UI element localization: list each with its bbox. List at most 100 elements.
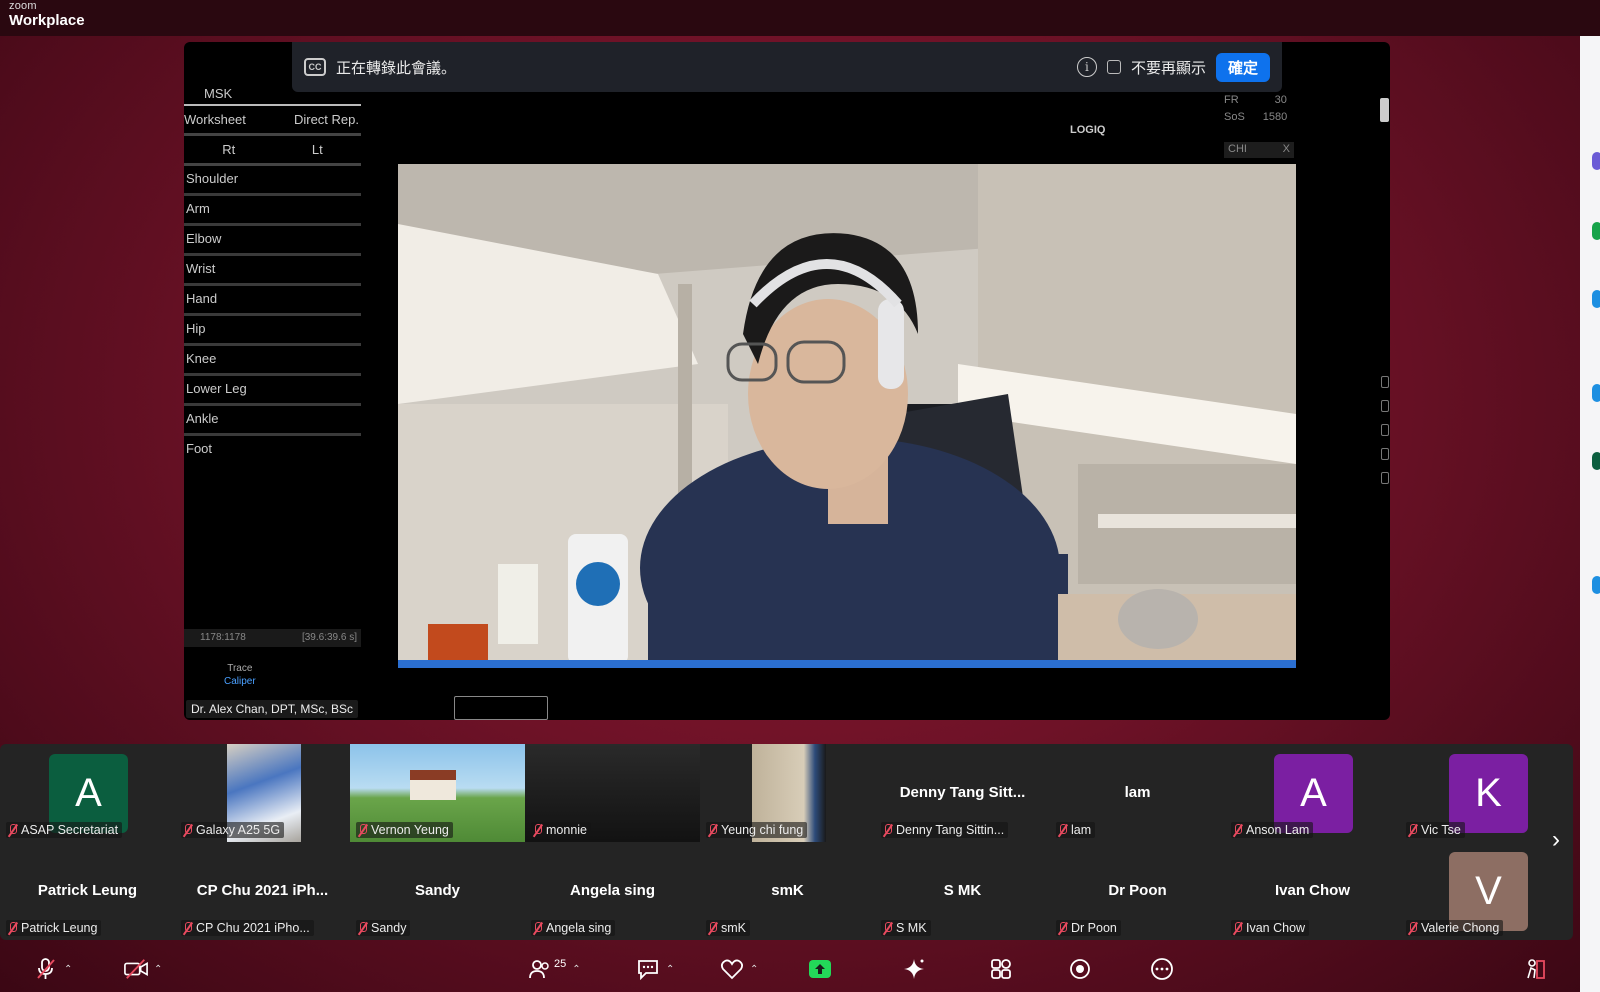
banner-actions: i 不要再顯示 確定 xyxy=(1076,52,1270,82)
scan-params: FR 30 SoS 1580 xyxy=(1224,92,1287,126)
sparkle-icon xyxy=(904,959,924,979)
share-screen-button[interactable] xyxy=(808,958,832,980)
participant-tile[interactable]: Patrick Leung Patrick Leung xyxy=(0,842,175,940)
participant-tile[interactable]: Dr Poon Dr Poon xyxy=(1050,842,1225,940)
chevron-up-icon[interactable]: ⌃ xyxy=(572,964,580,975)
chevron-up-icon[interactable]: ⌃ xyxy=(666,964,674,975)
menu-row-worksheet: Worksheet Direct Rep. xyxy=(184,106,361,136)
menu-item: Shoulder xyxy=(184,166,361,196)
participant-tile[interactable]: Yeung chi fung xyxy=(700,744,875,842)
muted-mic-icon xyxy=(37,958,55,979)
info-icon[interactable]: i xyxy=(1076,57,1097,77)
participant-name: Patrick Leung xyxy=(21,921,98,935)
heart-icon xyxy=(720,959,744,980)
muted-mic-icon xyxy=(1058,921,1067,935)
muted-mic-icon xyxy=(1233,823,1242,837)
participant-tile[interactable]: A Anson Lam xyxy=(1225,744,1400,842)
chevron-up-icon[interactable]: ⌃ xyxy=(154,964,162,975)
menu-item: Lower Leg xyxy=(184,376,361,406)
transcription-banner: CC 正在轉錄此會議。 i 不要再顯示 確定 xyxy=(292,42,1282,92)
participant-name: Denny Tang Sittin... xyxy=(896,823,1005,837)
participant-tile[interactable]: Denny Tang Sitt... Denny Tang Sittin... xyxy=(875,744,1050,842)
participant-label: ASAP Secretariat xyxy=(6,822,123,838)
participant-name: ASAP Secretariat xyxy=(21,823,119,837)
participant-tile[interactable]: smK smK xyxy=(700,842,875,940)
participant-label: Sandy xyxy=(356,920,411,936)
leave-button[interactable] xyxy=(1522,958,1546,980)
ultrasound-menu: MSK Worksheet Direct Rep. Rt Lt Shoulder… xyxy=(184,86,361,466)
trace-label: Trace xyxy=(227,663,253,674)
dont-show-label[interactable]: 不要再顯示 xyxy=(1131,57,1206,78)
tool-icon xyxy=(1381,376,1389,388)
video-button[interactable]: ⌃ xyxy=(124,958,162,980)
chevron-up-icon[interactable]: ⌃ xyxy=(64,964,72,975)
fr-label: FR xyxy=(1224,94,1239,106)
scroll-tab[interactable] xyxy=(1380,98,1389,122)
tool-icon xyxy=(1381,400,1389,412)
participant-tile[interactable]: Vernon Yeung xyxy=(350,744,525,842)
muted-mic-icon xyxy=(358,823,367,837)
speaker-video[interactable] xyxy=(398,164,1296,668)
shared-screen[interactable]: MSK Worksheet Direct Rep. Rt Lt Shoulder… xyxy=(184,42,1390,720)
participant-display-name: Patrick Leung xyxy=(37,882,138,899)
muted-mic-icon xyxy=(708,823,717,837)
participant-tile[interactable]: Sandy Sandy xyxy=(350,842,525,940)
participant-label: S MK xyxy=(881,920,931,936)
brand-small: zoom xyxy=(9,0,37,12)
participant-name: Angela sing xyxy=(546,921,612,935)
participant-display-name: lam xyxy=(1124,784,1151,801)
dont-show-checkbox[interactable] xyxy=(1106,60,1121,74)
reactions-button[interactable]: ⌃ xyxy=(720,958,758,980)
menu-item: Wrist xyxy=(184,256,361,286)
more-button[interactable] xyxy=(1150,958,1174,980)
participant-label: monnie xyxy=(531,822,591,838)
participant-label: Angela sing xyxy=(531,920,616,936)
tool-icon xyxy=(1381,448,1389,460)
audio-button[interactable]: ⌃ xyxy=(34,958,72,980)
sos-label: SoS xyxy=(1224,111,1245,123)
transcription-notice: 正在轉錄此會議。 xyxy=(336,59,457,77)
ai-companion-button[interactable] xyxy=(902,958,926,980)
participant-display-name: S MK xyxy=(943,882,982,899)
brand-big: Workplace xyxy=(9,12,85,29)
participant-tile[interactable]: Galaxy A25 5G xyxy=(175,744,350,842)
participant-tile[interactable]: Ivan Chow Ivan Chow xyxy=(1225,842,1400,940)
participant-label: Patrick Leung xyxy=(6,920,102,936)
video-off-icon xyxy=(124,959,148,979)
participant-tile[interactable]: K Vic Tse xyxy=(1400,744,1575,842)
chat-button[interactable]: ⌃ xyxy=(636,958,674,980)
menu-item: Elbow xyxy=(184,226,361,256)
muted-mic-icon xyxy=(1408,823,1417,837)
participant-label: Vernon Yeung xyxy=(356,822,453,838)
ok-button[interactable]: 確定 xyxy=(1215,52,1270,82)
menu-item: Foot xyxy=(186,441,213,456)
participant-tile[interactable]: S MK S MK xyxy=(875,842,1050,940)
panel-marker xyxy=(1592,576,1600,594)
participant-tile[interactable]: lam lam xyxy=(1050,744,1225,842)
participant-tile[interactable]: A ASAP Secretariat xyxy=(0,744,175,842)
chevron-up-icon[interactable]: ⌃ xyxy=(750,964,758,975)
participant-display-name: Sandy xyxy=(414,882,460,899)
participant-label: smK xyxy=(706,920,750,936)
muted-mic-icon xyxy=(1058,823,1067,837)
record-button[interactable] xyxy=(1068,958,1092,980)
house-image xyxy=(410,770,456,800)
worksheet-label: Worksheet xyxy=(184,112,246,127)
participant-name: CP Chu 2021 iPho... xyxy=(196,921,310,935)
participant-name: Vic Tse xyxy=(1421,823,1461,837)
participant-name: Yeung chi fung xyxy=(721,823,804,837)
chi-x: X xyxy=(1282,143,1290,155)
lt-label: Lt xyxy=(311,142,323,157)
apps-button[interactable] xyxy=(990,958,1014,980)
participant-label: Denny Tang Sittin... xyxy=(881,822,1009,838)
chat-icon xyxy=(638,960,658,980)
participant-display-name: Dr Poon xyxy=(1108,882,1167,899)
direct-rep-label: Direct Rep. xyxy=(293,112,359,127)
participant-tile[interactable]: V Valerie Chong xyxy=(1400,842,1575,940)
gallery-next-icon[interactable]: › xyxy=(1552,826,1560,854)
participant-tile[interactable]: monnie xyxy=(525,744,700,842)
participant-tile[interactable]: CP Chu 2021 iPh... CP Chu 2021 iPho... xyxy=(175,842,350,940)
participants-button[interactable]: 25 ⌃ xyxy=(528,958,581,980)
participant-tile[interactable]: Angela sing Angela sing xyxy=(525,842,700,940)
menu-row-side: Rt Lt xyxy=(184,136,361,166)
